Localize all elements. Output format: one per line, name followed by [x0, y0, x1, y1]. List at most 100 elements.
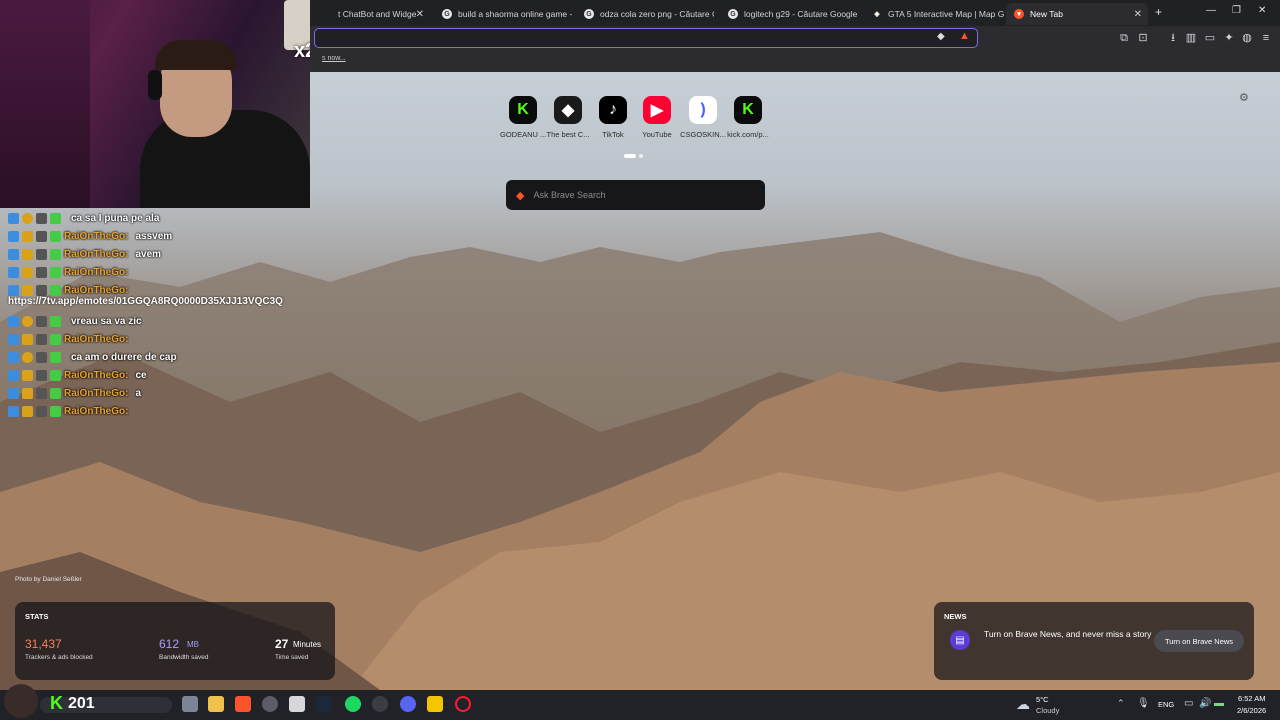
- chat-badge-icon: [22, 284, 33, 296]
- trackers-label: Trackers & ads blocked: [25, 654, 93, 661]
- clock-date[interactable]: 2/6/2026: [1237, 706, 1266, 715]
- chat-text: ce: [135, 369, 147, 381]
- bookmarks-hint[interactable]: s now...: [322, 55, 346, 62]
- top-site-tile[interactable]: ◆ The best C...: [545, 96, 591, 139]
- leo-icon[interactable]: ✦: [1222, 31, 1236, 45]
- news-text: Turn on Brave News, and never miss a sto…: [984, 629, 1152, 639]
- speaker-icon[interactable]: 🔊: [1199, 698, 1211, 709]
- close-icon[interactable]: ✕: [1134, 9, 1142, 20]
- brave-taskbar-icon[interactable]: [235, 696, 251, 712]
- file-explorer-icon[interactable]: [208, 696, 224, 712]
- site-label: TikTok: [602, 130, 624, 139]
- top-site-tile[interactable]: ) CSGOSKIN...: [680, 96, 726, 139]
- chat-text: a: [135, 387, 142, 399]
- news-icon: ▤: [950, 630, 970, 650]
- site-icon: ◆: [554, 96, 582, 124]
- close-icon[interactable]: ✕: [416, 9, 424, 20]
- top-site-tile[interactable]: Kkick.com/p...: [725, 96, 771, 139]
- extensions-icon[interactable]: ⧉: [1117, 31, 1131, 45]
- display-icon[interactable]: ▭: [1184, 698, 1193, 709]
- sidebar-icon[interactable]: ▥: [1184, 31, 1198, 45]
- site-icon: ▶: [643, 96, 671, 124]
- settings-gear-icon[interactable]: ⚙: [1239, 91, 1249, 104]
- obs-icon[interactable]: [372, 696, 388, 712]
- chevron-up-icon[interactable]: ⌃: [1117, 698, 1125, 709]
- chat-badge-icon: [36, 351, 47, 363]
- tab-chatbot[interactable]: t ChatBot and Widge ✕: [330, 3, 430, 25]
- app-icon[interactable]: [262, 696, 278, 712]
- brave-rewards-icon[interactable]: ▲: [959, 30, 970, 42]
- window-close-icon[interactable]: ✕: [1258, 5, 1266, 16]
- chat-link: https://7tv.app/emotes/01GGQA8RQ0000D35X…: [8, 296, 283, 307]
- tab-title: t ChatBot and Widge: [338, 9, 417, 19]
- minimize-icon[interactable]: —: [1206, 5, 1216, 16]
- time-label: Time saved: [275, 654, 309, 661]
- site-label: CSGOSKIN...: [680, 130, 726, 139]
- brave-icon: ▾: [1014, 9, 1024, 19]
- turn-on-news-button[interactable]: Turn on Brave News: [1154, 630, 1244, 652]
- tab-cola[interactable]: G odza cola zero png - Căutare Goo: [576, 3, 714, 25]
- kick-icon: K: [50, 693, 63, 713]
- tab-title: GTA 5 Interactive Map | Map Geni: [888, 9, 1004, 19]
- store-icon[interactable]: [289, 696, 305, 712]
- new-tab-plus-icon[interactable]: +: [1155, 5, 1162, 19]
- clock-time[interactable]: 6:52 AM: [1238, 694, 1266, 703]
- google-icon: G: [584, 9, 594, 19]
- chat-username: RaiOnTheGo:: [64, 266, 129, 278]
- chat-badge-icon: [22, 369, 33, 381]
- chat-badge-icon: [22, 212, 33, 224]
- chat-badge-icon: [36, 230, 47, 242]
- battery-icon[interactable]: ▬: [1214, 698, 1224, 709]
- rockstar-icon[interactable]: [427, 696, 443, 712]
- chat-badge-icon: [50, 315, 61, 327]
- top-site-tile[interactable]: ▶ YouTube: [634, 96, 680, 139]
- address-bar[interactable]: ◆ ▲: [314, 28, 978, 48]
- chat-badge-icon: [22, 351, 33, 363]
- download-icon[interactable]: ⭳: [1166, 31, 1180, 45]
- opera-icon[interactable]: [455, 696, 471, 712]
- chat-message: RaiOnTheGo: assvem: [8, 228, 172, 244]
- spotify-icon[interactable]: [345, 696, 361, 712]
- chat-badge-icon: [36, 315, 47, 327]
- task-view-icon[interactable]: [182, 696, 198, 712]
- chat-username: RaiOnTheGo:: [64, 284, 129, 296]
- search-box[interactable]: ◆ Ask Brave Search: [506, 180, 765, 210]
- weather-temp[interactable]: 5°C: [1036, 695, 1049, 704]
- tab-new-tab[interactable]: ▾ New Tab ✕: [1006, 3, 1148, 25]
- site-label: kick.com/p...: [727, 130, 769, 139]
- chat-badge-icon: [50, 405, 61, 417]
- chat-badge-icon: [36, 333, 47, 345]
- page-dot-active[interactable]: [624, 154, 636, 158]
- steam-icon[interactable]: [316, 696, 332, 712]
- chat-message: RaiOnTheGo: a: [8, 385, 141, 401]
- tab-gta-map[interactable]: ◈ GTA 5 Interactive Map | Map Geni: [864, 3, 1004, 25]
- top-site-tile[interactable]: ♪ TikTok: [590, 96, 636, 139]
- chat-badge-icon: [8, 266, 19, 278]
- chat-text: assvem: [135, 230, 173, 242]
- avatar: [4, 684, 38, 718]
- vpn-icon[interactable]: ◍: [1240, 31, 1254, 45]
- google-icon: G: [442, 9, 452, 19]
- tab-title: New Tab: [1030, 9, 1063, 19]
- webcam-overlay: x2: [0, 0, 310, 208]
- site-icon: K: [509, 96, 537, 124]
- page-dot[interactable]: [639, 154, 643, 158]
- photo-credit[interactable]: Photo by Daniel Seßler: [15, 576, 82, 583]
- chat-badge-icon: [50, 212, 61, 224]
- chat-badge-icon: [8, 212, 19, 224]
- discord-icon[interactable]: [400, 696, 416, 712]
- screenshot-icon[interactable]: ⊡: [1136, 31, 1150, 45]
- weather-desc[interactable]: Cloudy: [1036, 706, 1059, 715]
- microphone-icon[interactable]: 🎙: [1137, 698, 1150, 709]
- site-label: GODEANU ...: [500, 130, 546, 139]
- top-site-tile[interactable]: K GODEANU ...: [500, 96, 546, 139]
- chat-badge-icon: [22, 333, 33, 345]
- menu-icon[interactable]: ≡: [1259, 31, 1273, 45]
- brave-shields-icon[interactable]: ◆: [937, 31, 945, 42]
- chat-username: RaiOnTheGo:: [64, 248, 129, 260]
- tab-shaorma[interactable]: G build a shaorma online game - Că: [434, 3, 572, 25]
- tab-logitech[interactable]: G logitech g29 - Căutare Google: [720, 3, 858, 25]
- language[interactable]: ENG: [1158, 700, 1174, 709]
- maximize-icon[interactable]: ❐: [1232, 5, 1241, 16]
- wallet-icon[interactable]: ▭: [1203, 31, 1217, 45]
